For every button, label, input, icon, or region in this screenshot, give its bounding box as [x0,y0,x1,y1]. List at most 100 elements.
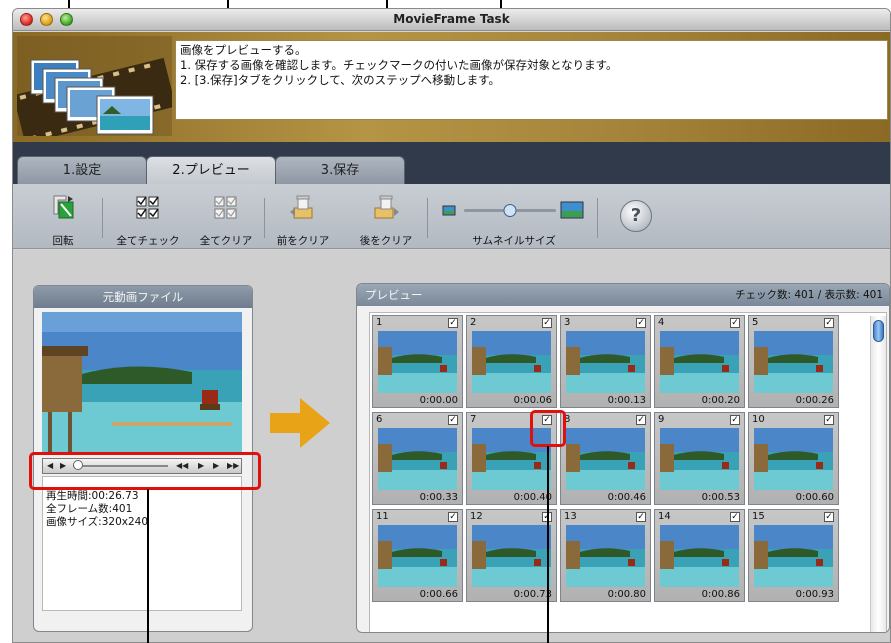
frame-image [566,428,645,490]
frame-image [472,331,551,393]
instructions-box: 画像をプレビューする。 1. 保存する画像を確認します。チェックマークの付いた画… [175,40,888,120]
frame-thumbnail[interactable]: 13 ✓ 0:00.80 [560,509,651,602]
clear-all-button[interactable]: 全てクリア [191,184,261,248]
toolbar-separator [264,198,265,238]
frame-timestamp: 0:00.13 [607,395,646,406]
header-banner: 画像をプレビューする。 1. 保存する画像を確認します。チェックマークの付いた画… [13,32,890,142]
highlight-video-controller [29,452,261,490]
frame-thumbnail[interactable]: 14 ✓ 0:00.86 [654,509,745,602]
frame-thumbnail[interactable]: 4 ✓ 0:00.20 [654,315,745,408]
frame-checkbox[interactable]: ✓ [824,415,834,425]
video-frame-count: 全フレーム数:401 [46,503,133,515]
frame-timestamp: 0:00.60 [795,492,834,503]
frame-thumbnail[interactable]: 2 ✓ 0:00.06 [466,315,557,408]
tab-save[interactable]: 3.保存 [275,156,405,184]
instructions-line-3: 2. [3.保存]タブをクリックして、次のステップへ移動します。 [180,73,500,87]
video-preview [42,312,242,452]
tab-settings[interactable]: 1.設定 [17,156,147,184]
frame-timestamp: 0:00.53 [701,492,740,503]
tab-preview[interactable]: 2.プレビュー [146,156,276,185]
frame-number: 15 [752,511,765,522]
frame-checkbox[interactable]: ✓ [824,512,834,522]
frame-checkbox[interactable]: ✓ [730,318,740,328]
vertical-scrollbar[interactable]: ▲ ▼ [870,316,886,632]
frame-thumbnail[interactable]: 8 ✓ 0:00.46 [560,412,651,505]
frame-timestamp: 0:00.20 [701,395,740,406]
frame-checkbox[interactable]: ✓ [730,512,740,522]
clear-all-label: 全てクリア [199,235,253,247]
frame-timestamp: 0:00.80 [607,589,646,600]
clear-after-icon [374,195,399,219]
frame-thumbnail[interactable]: 11 ✓ 0:00.66 [372,509,463,602]
preview-stats: チェック数: 401 / 表示数: 401 [734,289,883,301]
clear-before-icon [290,195,313,219]
clear-all-icon [214,196,237,219]
frame-checkbox[interactable]: ✓ [448,415,458,425]
frame-timestamp: 0:00.00 [419,395,458,406]
thumbnail-size-slider[interactable] [439,194,589,220]
frame-number: 3 [564,317,571,328]
highlight-frame-checkbox [530,410,566,447]
window-title: MovieFrame Task [393,12,510,26]
instructions-line-2: 1. 保存する画像を確認します。チェックマークの付いた画像が保存対象となります。 [180,58,618,72]
clear-before-button[interactable]: 前をクリア [269,184,337,248]
thumbnail-grid: ▲ ▼ 1 ✓ 0:00.00 2 ✓ 0:00.06 3 ✓ 0:00.13 4 ✓ 0:00.20… [369,312,887,632]
frame-image [378,331,457,393]
frame-thumbnail[interactable]: 15 ✓ 0:00.93 [748,509,839,602]
frame-timestamp: 0:00.46 [607,492,646,503]
right-arrow-icon [270,398,330,448]
frame-checkbox[interactable]: ✓ [636,318,646,328]
check-all-button[interactable]: 全てチェック [108,184,188,248]
frame-number: 13 [564,511,577,522]
frame-number: 10 [752,414,765,425]
toolbar: 回転 全てチェック 全てクリア 前をクリア 後をクリア サムネイルサイズ ? [13,184,890,249]
preview-panel: プレビュー チェック数: 401 / 表示数: 401 ▲ ▼ 1 ✓ 0:00.0… [356,283,890,633]
frame-image [754,331,833,393]
thumbnail-size-control: サムネイルサイズ [439,184,589,248]
title-bar: MovieFrame Task [13,9,890,31]
clear-after-button[interactable]: 後をクリア [351,184,421,248]
rotate-label: 回転 [52,235,74,247]
frame-checkbox[interactable]: ✓ [824,318,834,328]
frame-thumbnail[interactable]: 6 ✓ 0:00.33 [372,412,463,505]
toolbar-separator [102,198,103,238]
film-strip-logo-icon [17,36,172,136]
frame-timestamp: 0:00.26 [795,395,834,406]
frame-image [472,525,551,587]
frame-thumbnail[interactable]: 3 ✓ 0:00.13 [560,315,651,408]
frame-checkbox[interactable]: ✓ [448,512,458,522]
frame-image [566,331,645,393]
frame-timestamp: 0:00.06 [513,395,552,406]
frame-thumbnail[interactable]: 9 ✓ 0:00.53 [654,412,745,505]
frame-thumbnail[interactable]: 12✓0:00.73 [466,509,557,602]
frame-image [754,428,833,490]
rotate-button[interactable]: 回転 [33,184,93,248]
frame-image [660,525,739,587]
frame-thumbnail[interactable]: 10 ✓ 0:00.60 [748,412,839,505]
frame-number: 9 [658,414,665,425]
source-panel-title: 元動画ファイル [34,286,252,308]
frame-checkbox[interactable]: ✓ [448,318,458,328]
frame-number: 12 [470,511,483,522]
frame-timestamp: 0:00.86 [701,589,740,600]
frame-number: 5 [752,317,759,328]
frame-number: 2 [470,317,477,328]
callout-line-checkbox [547,446,549,643]
frame-checkbox[interactable]: ✓ [636,415,646,425]
clear-before-label: 前をクリア [276,235,330,247]
video-duration: 再生時間:00:26.73 [46,490,139,502]
frame-checkbox[interactable]: ✓ [542,318,552,328]
frame-number: 1 [376,317,383,328]
video-frame-image [42,312,242,452]
frame-number: 11 [376,511,389,522]
frame-checkbox[interactable]: ✓ [636,512,646,522]
help-button[interactable]: ? [620,200,652,232]
help-icon: ? [630,205,642,226]
frame-image [378,525,457,587]
scrollbar-thumb[interactable] [873,320,884,342]
frame-thumbnail[interactable]: 5 ✓ 0:00.26 [748,315,839,408]
rotate-icon [53,195,74,219]
content-area: 元動画ファイル ◀ ▶ ◀◀ ▶ ▶ ▶▶ 再生時間:00:26.73 全フレー… [13,250,890,642]
frame-thumbnail[interactable]: 1 ✓ 0:00.00 [372,315,463,408]
frame-checkbox[interactable]: ✓ [730,415,740,425]
